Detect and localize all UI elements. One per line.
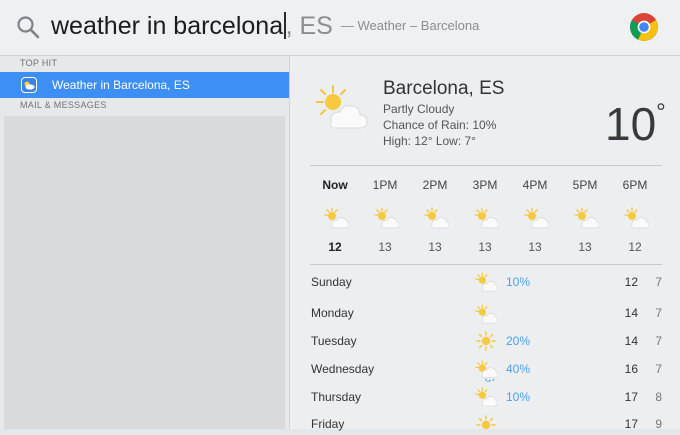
sun-icon (476, 331, 496, 351)
chrome-icon[interactable] (629, 12, 659, 42)
sun-cloud-icon (524, 207, 549, 229)
search-query-text: weather in barcelona (51, 12, 284, 40)
current-temperature-value: 10 (605, 98, 657, 150)
day-name: Sunday (311, 275, 352, 289)
weather-rain-chance: Chance of Rain: 10% (383, 118, 497, 132)
sun-icon (476, 415, 496, 430)
hour-temp: 13 (378, 240, 392, 254)
weather-high-low: High: 12° Low: 7° (383, 134, 476, 148)
hour-label: 3PM (472, 178, 498, 192)
partly-cloudy-icon (316, 85, 368, 129)
hour-temp: 13 (478, 240, 492, 254)
day-high: 17 (624, 390, 638, 404)
sun-cloud-icon (374, 207, 399, 229)
day-high: 12 (624, 275, 638, 289)
hour-label: Now (322, 178, 348, 192)
day-rain-chance: 10% (506, 275, 531, 289)
day-high: 16 (624, 362, 638, 376)
day-low: 7 (655, 362, 662, 376)
hour-temp: 12 (628, 240, 642, 254)
sun-cloud-icon (324, 207, 349, 229)
divider (310, 165, 662, 166)
hour-temp: 12 (328, 240, 342, 254)
search-autocomplete-suffix: , ES (285, 12, 333, 40)
day-low: 7 (655, 334, 662, 348)
day-low: 7 (655, 306, 662, 320)
sun-rain-icon (475, 360, 498, 383)
sun-cloud-icon (474, 207, 499, 229)
result-label: Weather in Barcelona, ES (52, 78, 190, 92)
hour-label: 2PM (422, 178, 448, 192)
sun-cloud-icon (475, 272, 498, 292)
hour-temp: 13 (528, 240, 542, 254)
weather-city: Barcelona, ES (383, 78, 505, 99)
day-name: Monday (311, 306, 354, 320)
hour-label: 1PM (372, 178, 398, 192)
hour-label: 5PM (572, 178, 598, 192)
result-row-weather-barcelona[interactable]: Weather in Barcelona, ES (0, 72, 289, 98)
divider (310, 264, 662, 265)
day-low: 8 (655, 390, 662, 404)
day-rain-chance: 40% (506, 362, 531, 376)
sun-cloud-icon (475, 304, 498, 324)
spotlight-search-bar[interactable]: weather in barcelona, ES — Weather – Barc… (0, 0, 680, 56)
day-name: Tuesday (311, 334, 357, 348)
search-icon (17, 16, 40, 39)
current-temperature: 10° (605, 88, 666, 149)
sun-cloud-icon (475, 387, 498, 407)
section-label-mail: MAIL & MESSAGES (20, 100, 107, 110)
sun-cloud-icon (424, 207, 449, 229)
day-rain-chance: 10% (506, 390, 531, 404)
day-name: Thursday (311, 390, 362, 404)
sun-cloud-icon (624, 207, 649, 229)
temperature-unit: ° (656, 99, 666, 126)
day-high: 14 (624, 306, 638, 320)
day-low: 7 (655, 275, 662, 289)
mail-results-area (4, 116, 285, 429)
day-rain-chance: 20% (506, 334, 531, 348)
search-completion-hint: — Weather – Barcelona (340, 18, 480, 33)
hour-label: 6PM (622, 178, 648, 192)
hour-label: 4PM (522, 178, 548, 192)
weather-condition: Partly Cloudy (383, 102, 455, 116)
hour-temp: 13 (578, 240, 592, 254)
section-label-top-hit: TOP HIT (20, 58, 58, 68)
day-name: Wednesday (311, 362, 375, 376)
search-input[interactable]: weather in barcelona, ES — Weather – Barc… (51, 11, 479, 41)
day-high: 14 (624, 334, 638, 348)
hour-temp: 13 (428, 240, 442, 254)
weather-app-icon (21, 77, 37, 93)
sun-cloud-icon (574, 207, 599, 229)
